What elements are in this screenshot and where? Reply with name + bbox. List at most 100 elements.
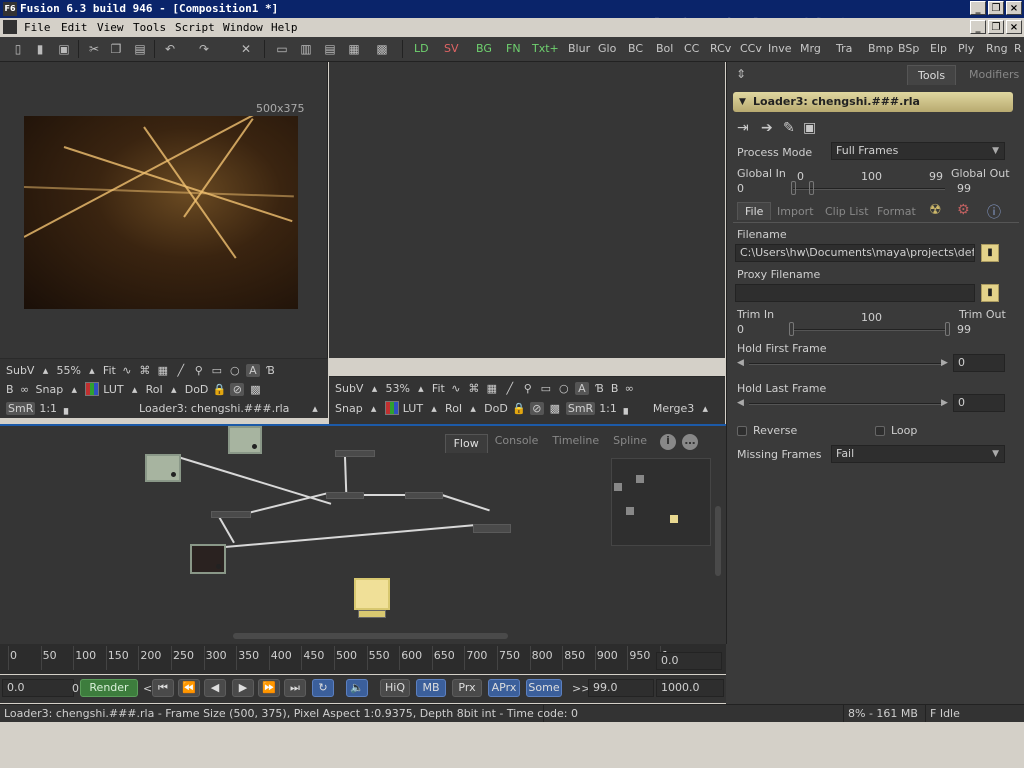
menu-help[interactable]: Help bbox=[271, 21, 298, 34]
radiation-icon[interactable]: ☢ bbox=[929, 202, 942, 218]
right-checker-icon[interactable]: ▩ bbox=[548, 402, 562, 415]
gradient-icon[interactable]: ▦ bbox=[156, 364, 170, 377]
minimize-button[interactable]: _ bbox=[970, 1, 986, 15]
ellipse-icon[interactable]: ○ bbox=[228, 364, 242, 377]
menu-tools[interactable]: Tools bbox=[133, 21, 166, 34]
lut-button[interactable]: LUT bbox=[103, 383, 123, 396]
merge-node-2[interactable] bbox=[405, 492, 443, 499]
hold-first-left-arrow[interactable]: ◀ bbox=[737, 358, 744, 368]
right-rectangle-icon[interactable]: ▭ bbox=[539, 382, 553, 395]
transform-node[interactable] bbox=[335, 450, 375, 457]
global-out-field[interactable]: 99 bbox=[957, 182, 971, 195]
merge-node-1[interactable] bbox=[326, 492, 364, 499]
maximize-button[interactable]: ❐ bbox=[988, 1, 1004, 15]
tool-button-ply[interactable]: Ply bbox=[958, 42, 974, 56]
checker-icon[interactable]: ▩ bbox=[248, 383, 262, 396]
tab-timeline[interactable]: Timeline bbox=[545, 434, 606, 453]
lock-icon[interactable]: 🔒 bbox=[212, 383, 227, 396]
tool-button-bg[interactable]: BG bbox=[476, 42, 492, 56]
comment-icon[interactable]: … bbox=[682, 434, 698, 450]
info-icon[interactable]: i bbox=[660, 434, 676, 450]
right-zoom-value[interactable]: 53% bbox=[385, 382, 409, 395]
right-curve-icon[interactable]: ∿ bbox=[449, 382, 463, 395]
menu-edit[interactable]: Edit bbox=[61, 21, 88, 34]
hold-first-right-arrow[interactable]: ▶ bbox=[941, 358, 948, 368]
pin-icon[interactable]: ⇥ bbox=[737, 120, 749, 136]
right-stereo-icon[interactable]: ⊘ bbox=[529, 401, 544, 415]
loop-checkbox[interactable] bbox=[875, 426, 885, 436]
tool-button-glo[interactable]: Glo bbox=[598, 42, 616, 56]
layout-horizontal-icon[interactable]: ▤ bbox=[322, 41, 338, 57]
roi-button[interactable]: RoI bbox=[146, 383, 163, 396]
hold-last-left-arrow[interactable]: ◀ bbox=[737, 398, 744, 408]
right-dod-button[interactable]: DoD bbox=[484, 402, 508, 415]
histogram-icon[interactable]: ▖ bbox=[61, 402, 75, 415]
loader-node-1[interactable] bbox=[145, 454, 181, 482]
right-a-buffer-button[interactable]: A bbox=[574, 381, 589, 395]
global-in-handle[interactable] bbox=[791, 181, 796, 195]
global-in-field[interactable]: 0 bbox=[737, 182, 744, 195]
render-button[interactable]: Render bbox=[80, 679, 138, 697]
menu-window[interactable]: Window bbox=[223, 21, 263, 34]
new-file-icon[interactable]: ▯ bbox=[10, 41, 26, 57]
loader-node-top[interactable] bbox=[228, 426, 262, 454]
blur-node[interactable] bbox=[211, 511, 251, 518]
hold-last-slider[interactable] bbox=[749, 403, 941, 405]
right-ab-compare-icon[interactable]: Ɓ bbox=[593, 382, 607, 395]
tool-button-fn[interactable]: FN bbox=[506, 42, 521, 56]
tab-import[interactable]: Import bbox=[777, 205, 814, 218]
mb-button[interactable]: MB bbox=[416, 679, 446, 697]
fit-button[interactable]: Fit bbox=[103, 364, 116, 377]
time-ruler[interactable]: 0 50 100 150 200 250 300 350 400 450 500 550 600 650 7… bbox=[0, 644, 726, 674]
tool-button-sv[interactable]: SV bbox=[444, 42, 459, 56]
delete-icon[interactable]: ✕ bbox=[238, 41, 254, 57]
menu-view[interactable]: View bbox=[97, 21, 124, 34]
polygon-icon[interactable]: ⌘ bbox=[138, 364, 152, 377]
play-button[interactable]: ▶ bbox=[232, 679, 254, 697]
menu-file[interactable]: File bbox=[24, 21, 51, 34]
close-button[interactable]: × bbox=[1006, 1, 1022, 15]
tab-console[interactable]: Console bbox=[488, 434, 546, 453]
right-wand-icon[interactable]: ⚲ bbox=[521, 382, 535, 395]
right-lock-icon[interactable]: 🔒 bbox=[512, 402, 526, 415]
aprx-button[interactable]: APrx bbox=[488, 679, 520, 697]
right-paint-icon[interactable]: ╱ bbox=[503, 382, 517, 395]
tool-button-rng[interactable]: Rng bbox=[986, 42, 1008, 56]
subv-button[interactable]: SubV bbox=[6, 364, 34, 377]
trim-out-handle[interactable] bbox=[945, 322, 950, 336]
copy-icon[interactable]: ❐ bbox=[108, 41, 124, 57]
missing-frames-dropdown[interactable]: Fail bbox=[831, 445, 1005, 463]
loader-node-2[interactable] bbox=[190, 544, 226, 574]
layout-full-icon[interactable]: ▦ bbox=[346, 41, 362, 57]
layout-single-icon[interactable]: ▭ bbox=[274, 41, 290, 57]
loop-icon[interactable]: ↻ bbox=[312, 679, 334, 697]
render-end-field[interactable]: 99.0 bbox=[588, 679, 654, 697]
tool-button-cc[interactable]: CC bbox=[684, 42, 699, 56]
tool-button-mrg[interactable]: Mrg bbox=[800, 42, 821, 56]
tool-button-ld[interactable]: LD bbox=[414, 42, 429, 56]
filename-browse-button[interactable]: ▮ bbox=[981, 244, 999, 262]
tool-button-rcv[interactable]: RCv bbox=[710, 42, 731, 56]
right-ellipse-icon[interactable]: ○ bbox=[557, 382, 571, 395]
right-snap-button[interactable]: Snap bbox=[335, 402, 363, 415]
some-button[interactable]: Some bbox=[526, 679, 562, 697]
zoom-value[interactable]: 55% bbox=[56, 364, 80, 377]
paint-icon[interactable]: ╱ bbox=[174, 364, 188, 377]
stereo-icon[interactable]: ⊘ bbox=[230, 382, 245, 396]
step-forward-button[interactable]: ⏩ bbox=[258, 679, 280, 697]
right-lut-button[interactable]: LUT bbox=[403, 402, 423, 415]
rectangle-icon[interactable]: ▭ bbox=[210, 364, 224, 377]
tool-button-elp[interactable]: Elp bbox=[930, 42, 947, 56]
hold-last-right-arrow[interactable]: ▶ bbox=[941, 398, 948, 408]
right-fit-button[interactable]: Fit bbox=[432, 382, 445, 395]
loader3-node-selected[interactable] bbox=[354, 578, 390, 610]
tool-button-bc[interactable]: BC bbox=[628, 42, 643, 56]
right-viewer[interactable] bbox=[329, 62, 725, 358]
doc-restore-button[interactable]: ❐ bbox=[988, 20, 1004, 34]
go-to-end-button[interactable]: ⏭ bbox=[284, 679, 306, 697]
tab-format[interactable]: Format bbox=[877, 205, 916, 218]
filename-field[interactable]: C:\Users\hw\Documents\maya\projects\defa… bbox=[735, 244, 975, 262]
trim-slider[interactable] bbox=[793, 329, 945, 331]
prx-button[interactable]: Prx bbox=[452, 679, 482, 697]
tool-header[interactable]: Loader3: chengshi.###.rla bbox=[733, 92, 1013, 112]
